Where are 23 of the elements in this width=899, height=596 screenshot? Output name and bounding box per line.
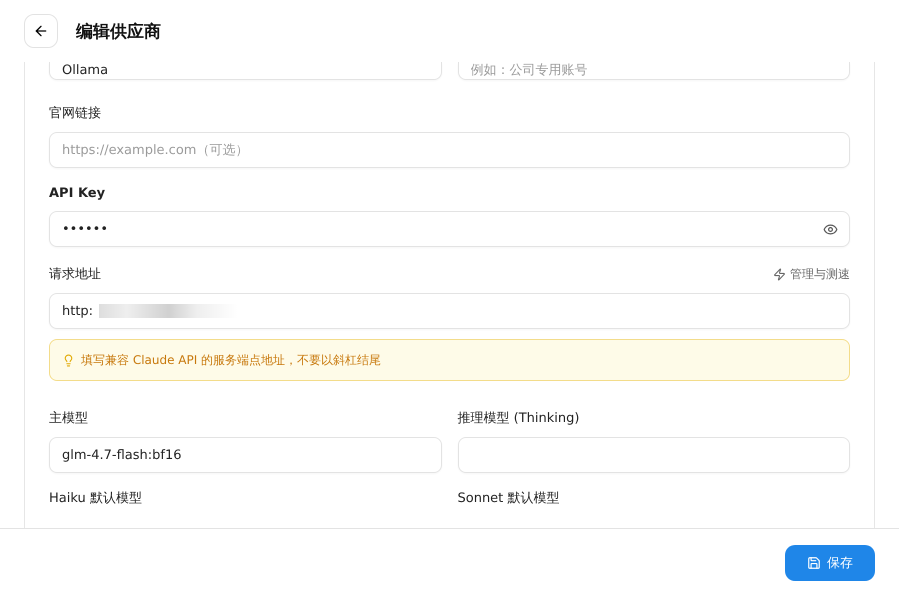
password-field[interactable]: •••••• — [49, 211, 850, 247]
lightning-icon — [773, 268, 786, 280]
field-label: Haiku 默认模型 — [49, 490, 143, 507]
lightbulb-icon — [62, 354, 75, 366]
input-field[interactable]: glm-4.7-flash:bf16 — [49, 437, 442, 473]
field-label: 主模型 — [49, 410, 89, 427]
field-label: 请求地址 — [49, 266, 101, 283]
manage-link[interactable]: 管理与测速 — [773, 266, 850, 282]
field-label: Sonnet 默认模型 — [458, 490, 560, 507]
back-button[interactable] — [24, 14, 58, 48]
hint-text: 填写兼容 Claude API 的服务端点地址，不要以斜杠结尾 — [81, 352, 382, 368]
save-icon — [807, 556, 821, 570]
url-field[interactable]: http: — [49, 293, 850, 329]
input-field[interactable]: https://example.com（可选） — [49, 132, 850, 168]
input-field[interactable] — [458, 437, 850, 473]
eye-icon[interactable] — [823, 222, 838, 236]
input-field[interactable]: Ollama — [49, 62, 442, 80]
input-field[interactable]: 例如：公司专用账号 — [458, 62, 850, 80]
field-label: 推理模型 (Thinking) — [458, 410, 580, 427]
save-button[interactable]: 保存 — [785, 544, 875, 580]
field-label: API Key — [49, 186, 106, 201]
page-title: 编辑供应商 — [76, 20, 161, 42]
field-label: 官网链接 — [49, 105, 102, 122]
